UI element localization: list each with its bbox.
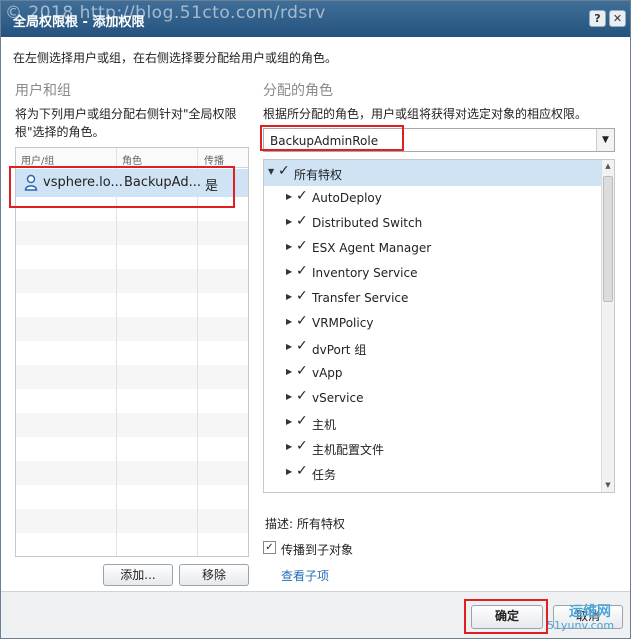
tree-node-label: 任务 xyxy=(312,468,337,482)
expand-arrow-icon[interactable]: ▶ xyxy=(286,217,292,226)
expand-arrow-icon[interactable]: ▶ xyxy=(286,317,292,326)
checkmark-icon: ✓ xyxy=(296,288,308,304)
tree-node-label: 主机 xyxy=(312,418,337,432)
checkmark-icon: ✓ xyxy=(278,163,290,179)
assigned-role-description: 根据所分配的角色，用户或组将获得对选定对象的相应权限。 xyxy=(263,107,588,121)
add-permission-dialog: © 2018 http://blog.51cto.com/rdsrv 全局权限根… xyxy=(0,0,631,639)
checkmark-icon: ✓ xyxy=(296,188,308,204)
tree-node-label: vService xyxy=(312,391,364,405)
checkmark-icon: ✓ xyxy=(296,338,308,354)
highlight-box-row xyxy=(9,166,235,208)
privilege-tree: ▼ ✓ 所有特权 ▶ ✓ AutoDeploy ▶ ✓ Distributed … xyxy=(263,159,615,493)
checkmark-icon: ✓ xyxy=(296,388,308,404)
tree-node-label: VRMPolicy xyxy=(312,316,374,330)
scrollbar-thumb[interactable] xyxy=(603,176,613,302)
tree-node-label: vApp xyxy=(312,366,343,380)
close-icon[interactable]: ✕ xyxy=(609,10,626,27)
expand-arrow-icon[interactable]: ▶ xyxy=(286,442,292,451)
tree-node-label: 主机配置文件 xyxy=(312,443,385,457)
tree-node-label: AutoDeploy xyxy=(312,191,382,205)
help-icon[interactable]: ? xyxy=(589,10,606,27)
column-header-user[interactable]: 用户/组 xyxy=(21,152,54,167)
dialog-titlebar: © 2018 http://blog.51cto.com/rdsrv 全局权限根… xyxy=(1,1,630,37)
tree-node-label: Transfer Service xyxy=(312,291,409,305)
column-header-role[interactable]: 角色 xyxy=(122,152,142,167)
tree-node-label: ESX Agent Manager xyxy=(312,241,432,255)
description-label: 描述: xyxy=(265,517,294,531)
expand-arrow-icon[interactable]: ▶ xyxy=(286,392,292,401)
collapse-arrow-icon[interactable]: ▼ xyxy=(268,167,274,176)
expand-arrow-icon[interactable]: ▶ xyxy=(286,242,292,251)
expand-arrow-icon[interactable]: ▶ xyxy=(286,192,292,201)
checkmark-icon: ✓ xyxy=(296,363,308,379)
expand-arrow-icon[interactable]: ▶ xyxy=(286,467,292,476)
tree-node-label: Distributed Switch xyxy=(312,216,423,230)
highlight-box-role xyxy=(260,125,404,151)
column-header-propagate[interactable]: 传播 xyxy=(204,152,224,167)
tree-node-label: dvPort 组 xyxy=(312,343,367,357)
tree-scrollbar[interactable]: ▲ ▼ xyxy=(601,160,614,492)
remove-button[interactable]: 移除 xyxy=(179,564,249,586)
highlight-box-ok xyxy=(464,599,548,634)
expand-arrow-icon[interactable]: ▶ xyxy=(286,367,292,376)
expand-arrow-icon[interactable]: ▶ xyxy=(286,267,292,276)
dialog-intro: 在左侧选择用户或组，在右侧选择要分配给用户或组的角色。 xyxy=(13,51,338,65)
assigned-role-heading: 分配的角色 xyxy=(263,83,333,99)
expand-arrow-icon[interactable]: ▶ xyxy=(286,292,292,301)
scroll-down-icon[interactable]: ▼ xyxy=(602,479,614,492)
users-groups-heading: 用户和组 xyxy=(15,83,71,99)
propagate-checkbox[interactable]: ✓ xyxy=(263,541,276,554)
tree-node-label: Inventory Service xyxy=(312,266,418,280)
dialog-title: 全局权限根 - 添加权限 xyxy=(13,15,145,30)
checkmark-icon: ✓ xyxy=(296,213,308,229)
checkmark-icon: ✓ xyxy=(296,313,308,329)
checkmark-icon: ✓ xyxy=(296,263,308,279)
checkmark-icon: ✓ xyxy=(296,238,308,254)
watermark-url: 51yunv.com xyxy=(547,619,615,632)
propagate-label: 传播到子对象 xyxy=(281,543,354,557)
role-description: 描述: 所有特权 xyxy=(265,515,345,532)
site-watermark: 运维网 51yunv.com xyxy=(541,601,631,637)
user-role-table: 用户/组 角色 传播 vsphere.lo... BackupAd... 是 xyxy=(15,147,249,557)
chevron-down-icon[interactable]: ▼ xyxy=(596,129,614,151)
description-value: 所有特权 xyxy=(296,517,345,531)
expand-arrow-icon[interactable]: ▶ xyxy=(286,417,292,426)
checkmark-icon: ✓ xyxy=(296,463,308,479)
add-button[interactable]: 添加... xyxy=(103,564,173,586)
view-children-link[interactable]: 查看子项 xyxy=(281,567,329,584)
table-header: 用户/组 角色 传播 xyxy=(16,148,248,168)
expand-arrow-icon[interactable]: ▶ xyxy=(286,342,292,351)
tree-node-label: 所有特权 xyxy=(294,168,343,182)
checkmark-icon: ✓ xyxy=(296,438,308,454)
users-groups-description: 将为下列用户或组分配右侧针对"全局权限根"选择的角色。 xyxy=(15,107,237,139)
scroll-up-icon[interactable]: ▲ xyxy=(602,160,614,173)
checkmark-icon: ✓ xyxy=(296,413,308,429)
watermark-text: 运维网 xyxy=(569,604,611,620)
